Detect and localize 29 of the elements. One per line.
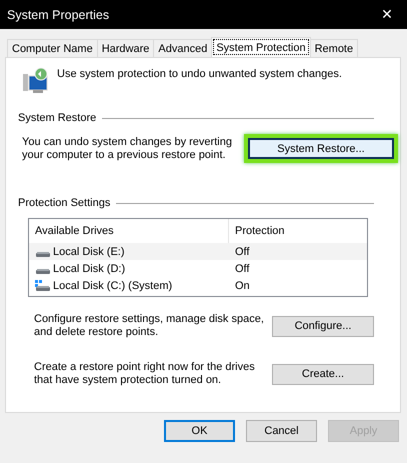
description-text: Configure restore settings, manage disk space, and delete restore points. [34,313,265,339]
drive-row[interactable]: Local Disk (D:) Off [29,260,367,277]
dialog-button[interactable]: Cancel [246,420,317,442]
drive-row[interactable]: Local Disk (C:) (System) On [29,277,367,294]
column-header[interactable]: Protection [229,225,285,237]
drive-name: Local Disk (C:) (System) [53,280,172,292]
create-button[interactable]: Create... [272,364,374,384]
window-title: System Properties [7,8,110,22]
configure-button[interactable]: Configure... [272,316,374,336]
close-button[interactable]: ✕ [367,0,407,29]
protection-status: Off [234,262,250,274]
tab[interactable]: System Protection [211,37,311,57]
drive-name: Local Disk (D:) [53,262,126,274]
intro-text: Use system protection to undo unwanted system changes. [57,68,342,81]
system-drive-icon [35,280,51,292]
system-restore-button[interactable]: System Restore... [248,138,394,159]
protection-status: On [234,280,250,292]
protection-status: Off [234,246,250,258]
drive-icon [35,250,51,258]
description-text: Create a restore point right now for the drives that have system protection turned on. [34,361,256,387]
drive-row[interactable]: Local Disk (E:) Off [29,243,367,260]
drive-icon [35,268,51,274]
tab[interactable]: Computer Name [7,39,98,57]
tab[interactable]: Remote [310,39,358,57]
drive-name: Local Disk (E:) [53,246,125,258]
dialog-button[interactable]: OK [164,420,235,442]
group-heading: System Restore [18,112,96,124]
description-text: You can undo system changes by reverting your computer to a previous restore point. [22,136,233,162]
group-heading: Protection Settings [18,197,110,209]
